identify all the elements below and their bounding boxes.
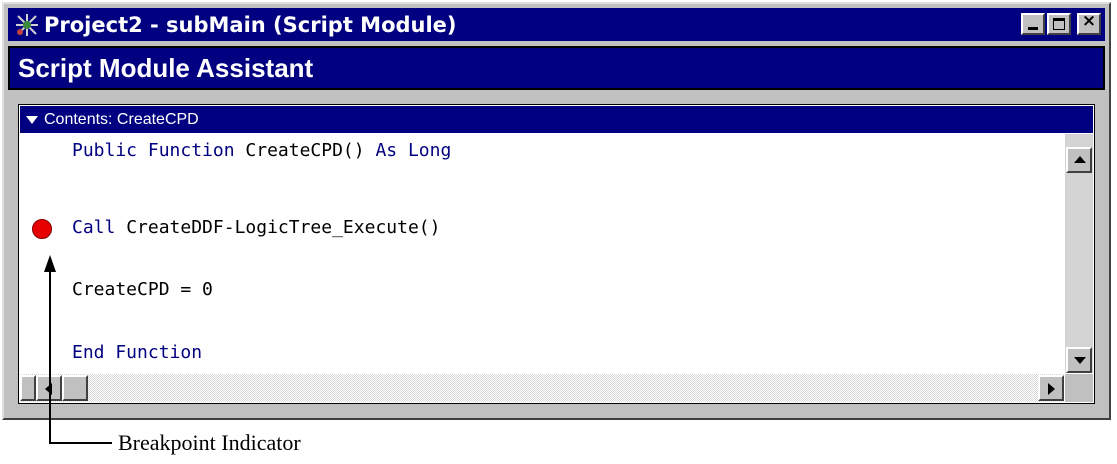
callout-label: Breakpoint Indicator (118, 430, 301, 455)
callout-graphic (44, 255, 112, 444)
